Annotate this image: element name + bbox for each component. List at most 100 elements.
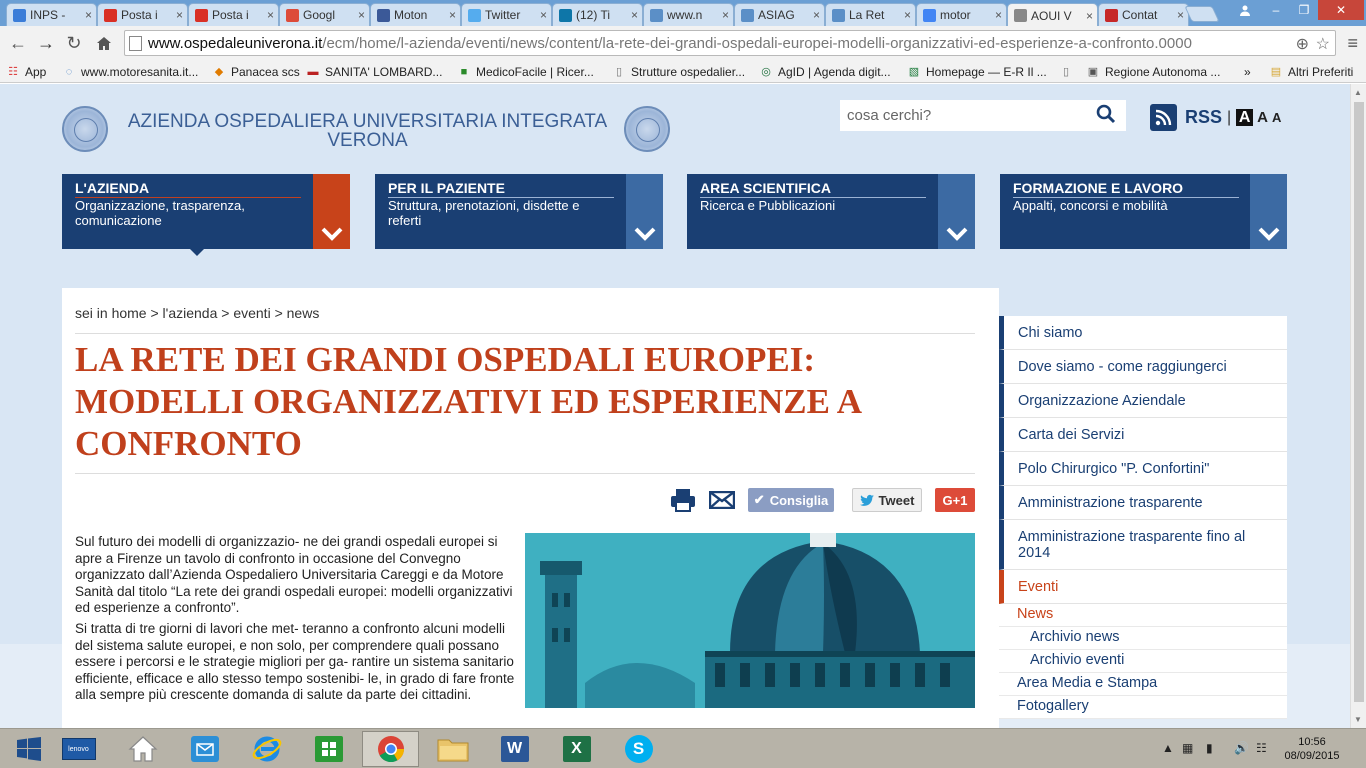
bookmark-item[interactable]: ▤ Altri Preferiti xyxy=(1269,63,1354,80)
bookmark-item[interactable]: ◎ AgID | Agenda digit... xyxy=(759,63,890,80)
browser-tab[interactable]: Twitter × xyxy=(461,3,552,26)
sidebar-item[interactable]: Amministrazione trasparente xyxy=(999,486,1287,520)
rss-link[interactable]: RSS xyxy=(1185,107,1222,128)
browser-tab[interactable]: Googl × xyxy=(279,3,370,26)
browser-tab[interactable]: INPS - × xyxy=(6,3,97,26)
tab-close-icon[interactable]: × xyxy=(1177,8,1184,22)
sidebar-subitem[interactable]: Archivio news xyxy=(999,627,1287,650)
page-scrollbar[interactable]: ▲ ▼ xyxy=(1350,84,1366,728)
nav-area-scientifica[interactable]: AREA SCIENTIFICA Ricerca e Pubblicazioni xyxy=(687,174,975,249)
skype-app-icon[interactable]: S xyxy=(610,731,667,767)
org-name[interactable]: AZIENDA OSPEDALIERA UNIVERSITARIA INTEGR… xyxy=(120,112,615,150)
close-window-button[interactable]: ✕ xyxy=(1318,0,1364,20)
tab-close-icon[interactable]: × xyxy=(1086,9,1093,23)
tab-close-icon[interactable]: × xyxy=(358,8,365,22)
lenovo-icon[interactable]: lenovo xyxy=(50,731,107,767)
minimize-button[interactable]: – xyxy=(1262,0,1290,20)
bookmark-item[interactable]: ☷ App xyxy=(6,63,46,80)
network-icon[interactable]: ☷ xyxy=(1256,741,1267,755)
facebook-like-button[interactable]: ✔ Consiglia xyxy=(748,488,834,512)
browser-tab[interactable]: Moton × xyxy=(370,3,461,26)
bookmarks-overflow-button[interactable]: » xyxy=(1244,63,1251,80)
browser-tab[interactable]: motor × xyxy=(916,3,1007,26)
new-tab-button[interactable] xyxy=(1184,6,1220,22)
file-explorer-icon[interactable] xyxy=(424,731,481,767)
sidebar-subitem[interactable]: News xyxy=(999,604,1287,627)
address-bar[interactable]: www.ospedaleuniverona.it/ecm/home/l-azie… xyxy=(124,30,1336,56)
sidebar-item[interactable]: Chi siamo xyxy=(999,316,1287,350)
bookmark-item[interactable]: ▬ SANITA' LOMBARD... xyxy=(306,63,443,80)
scroll-down-icon[interactable]: ▼ xyxy=(1354,715,1362,724)
windows-start-icon[interactable] xyxy=(0,731,57,767)
battery-icon[interactable]: ▮ xyxy=(1206,741,1213,755)
tab-close-icon[interactable]: × xyxy=(540,8,547,22)
tweet-button[interactable]: Tweet xyxy=(852,488,922,512)
nav-paziente[interactable]: PER IL PAZIENTE Struttura, prenotazioni,… xyxy=(375,174,663,249)
sidebar-item[interactable]: Polo Chirurgico "P. Confortini" xyxy=(999,452,1287,486)
browser-tab[interactable]: ASIAG × xyxy=(734,3,825,26)
font-size-medium-button[interactable]: A xyxy=(1257,109,1268,126)
back-icon[interactable]: ← xyxy=(6,31,30,55)
system-clock[interactable]: 10:56 08/09/2015 xyxy=(1282,735,1342,763)
chrome-app-icon[interactable] xyxy=(362,731,419,767)
tray-expand-icon[interactable]: ▲ xyxy=(1162,741,1174,755)
chevron-down-icon[interactable] xyxy=(1250,174,1287,249)
internet-explorer-icon[interactable] xyxy=(238,731,295,767)
sidebar-subitem[interactable]: Area Media e Stampa xyxy=(999,673,1287,696)
word-app-icon[interactable]: W xyxy=(486,731,543,767)
bookmark-item[interactable]: ◆ Panacea scs xyxy=(212,63,300,80)
nav-formazione[interactable]: FORMAZIONE E LAVORO Appalti, concorsi e … xyxy=(1000,174,1287,249)
restore-button[interactable]: ❐ xyxy=(1290,0,1318,20)
bookmark-item[interactable]: ◌ www.motoresanita.it... xyxy=(62,63,199,80)
tab-close-icon[interactable]: × xyxy=(631,8,638,22)
browser-tab[interactable]: (12) Ti × xyxy=(552,3,643,26)
excel-app-icon[interactable]: X xyxy=(548,731,605,767)
tab-close-icon[interactable]: × xyxy=(267,8,274,22)
chevron-down-icon[interactable] xyxy=(626,174,663,249)
tab-close-icon[interactable]: × xyxy=(904,8,911,22)
search-input[interactable]: cosa cerchi? xyxy=(840,100,1126,131)
sidebar-item[interactable]: Carta dei Servizi xyxy=(999,418,1287,452)
chrome-menu-icon[interactable]: ≡ xyxy=(1347,33,1358,54)
print-icon[interactable] xyxy=(669,488,697,512)
action-center-icon[interactable]: ▦ xyxy=(1182,741,1193,755)
browser-tab[interactable]: Posta i × xyxy=(188,3,279,26)
sidebar-subitem[interactable]: Fotogallery xyxy=(999,696,1287,719)
browser-tab[interactable]: www.n × xyxy=(643,3,734,26)
sidebar-item[interactable]: Eventi xyxy=(999,570,1287,604)
mail-app-icon[interactable] xyxy=(176,731,233,767)
bookmark-item[interactable]: ▧ Homepage — E-R Il ... xyxy=(907,63,1047,80)
bookmark-item[interactable]: ▯ Strutture ospedalier... xyxy=(612,63,745,80)
google-plus-button[interactable]: G+1 xyxy=(935,488,975,512)
rss-icon[interactable] xyxy=(1150,104,1177,131)
bookmark-item[interactable]: ▯ xyxy=(1059,63,1078,80)
chevron-down-icon[interactable] xyxy=(938,174,975,249)
font-size-large-button[interactable]: A xyxy=(1236,109,1254,126)
chevron-down-icon[interactable] xyxy=(313,174,350,249)
scroll-up-icon[interactable]: ▲ xyxy=(1354,88,1362,97)
browser-tab[interactable]: AOUI V × xyxy=(1007,3,1098,26)
store-app-icon[interactable] xyxy=(300,731,357,767)
breadcrumb[interactable]: sei in home > l'azienda > eventi > news xyxy=(75,305,319,321)
tab-close-icon[interactable]: × xyxy=(813,8,820,22)
sidebar-item[interactable]: Amministrazione trasparente fino al 2014 xyxy=(999,520,1287,570)
email-icon[interactable] xyxy=(708,488,736,512)
home-icon[interactable] xyxy=(92,31,116,55)
bookmark-star-icon[interactable]: ☆ xyxy=(1315,34,1330,54)
forward-icon[interactable]: → xyxy=(34,31,58,55)
tab-close-icon[interactable]: × xyxy=(85,8,92,22)
nav-azienda[interactable]: L'AZIENDA Organizzazione, trasparenza, c… xyxy=(62,174,350,256)
browser-tab[interactable]: La Ret × xyxy=(825,3,916,26)
scrollbar-thumb[interactable] xyxy=(1354,102,1364,702)
sidebar-item[interactable]: Organizzazione Aziendale xyxy=(999,384,1287,418)
home-app-icon[interactable] xyxy=(114,731,171,767)
sidebar-subitem[interactable]: Archivio eventi xyxy=(999,650,1287,673)
search-icon[interactable] xyxy=(1096,104,1116,124)
tab-close-icon[interactable]: × xyxy=(995,8,1002,22)
zoom-icon[interactable]: ⊕ xyxy=(1295,34,1309,54)
volume-icon[interactable]: 🔊 xyxy=(1234,741,1249,755)
tab-close-icon[interactable]: × xyxy=(449,8,456,22)
tab-close-icon[interactable]: × xyxy=(176,8,183,22)
browser-tab[interactable]: Contat × xyxy=(1098,3,1189,26)
bookmark-item[interactable]: ▣ Regione Autonoma ... xyxy=(1086,63,1221,80)
